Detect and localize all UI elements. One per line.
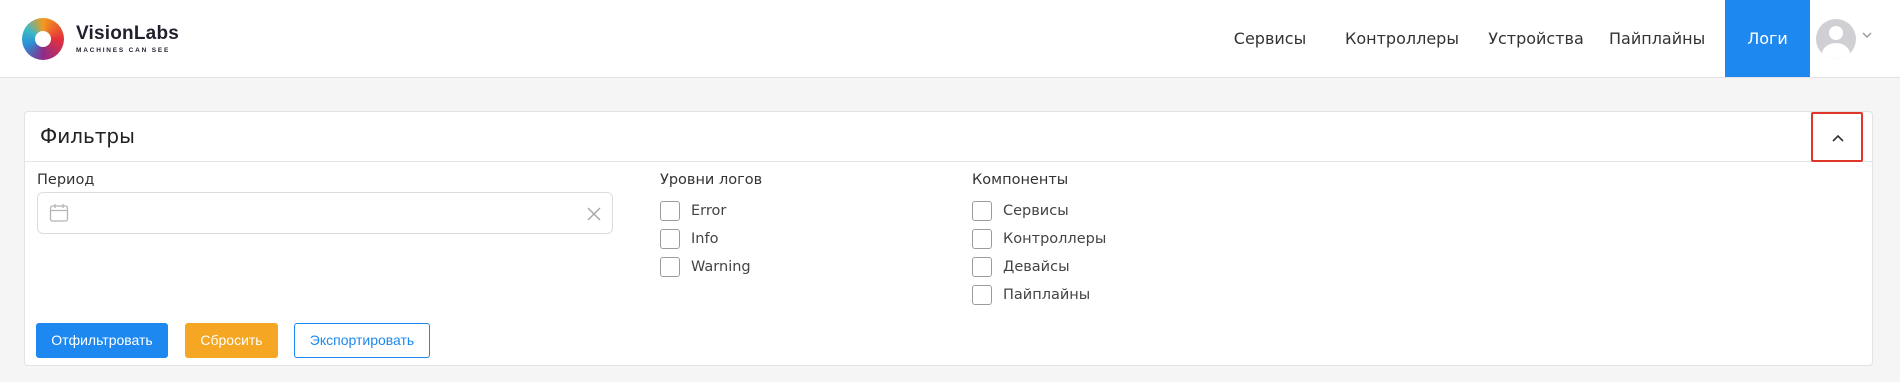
nav-item-controllers[interactable]: Контроллеры [1345,0,1459,77]
chevron-up-icon [1832,134,1844,142]
calendar-icon[interactable] [48,202,70,224]
components-label: Компоненты [972,172,1069,188]
nav-item-logs[interactable]: Логи [1725,0,1810,77]
close-icon[interactable] [586,206,602,222]
checkbox-label: Пайплайны [1003,287,1091,303]
checkbox-label: Девайсы [1003,259,1070,275]
checkbox-log-level-warning[interactable]: Warning [660,256,751,278]
checkbox-log-level-info[interactable]: Info [660,228,718,250]
period-date-range-input[interactable] [37,192,613,234]
checkbox-label: Warning [691,259,751,275]
checkbox-component-controllers[interactable]: Контроллеры [972,228,1106,250]
nav-item-services[interactable]: Сервисы [1226,0,1314,77]
filter-button[interactable]: Отфильтровать [36,323,168,358]
checkbox-label: Контроллеры [1003,231,1107,247]
checkbox-label: Сервисы [1003,203,1069,219]
log-levels-label: Уровни логов [660,172,763,188]
checkbox[interactable] [972,229,992,249]
checkbox-label: Error [691,203,727,219]
filters-panel-header: Фильтры [25,112,1872,162]
nav-item-pipelines[interactable]: Пайплайны [1609,0,1705,77]
reset-button[interactable]: Сбросить [185,323,278,358]
top-navigation-bar: VisionLabs MACHINES CAN SEE Сервисы Конт… [0,0,1900,78]
checkbox[interactable] [660,229,680,249]
checkbox-component-pipelines[interactable]: Пайплайны [972,284,1090,306]
user-avatar-icon[interactable] [1816,19,1856,59]
chevron-down-icon[interactable] [1861,29,1873,41]
visionlabs-logo[interactable]: VisionLabs MACHINES CAN SEE [22,18,179,60]
checkbox-component-services[interactable]: Сервисы [972,200,1069,222]
panel-title: Фильтры [40,124,135,148]
checkbox[interactable] [660,201,680,221]
logo-mark-icon [22,18,64,60]
checkbox[interactable] [660,257,680,277]
nav-item-devices[interactable]: Устройства [1487,0,1585,77]
logo-name: VisionLabs [76,23,180,44]
checkbox-component-devices[interactable]: Девайсы [972,256,1070,278]
filters-panel: Фильтры Период Уровни логов Error Info W… [24,111,1873,366]
collapse-filters-button[interactable] [1811,112,1863,162]
checkbox-log-level-error[interactable]: Error [660,200,726,222]
checkbox[interactable] [972,257,992,277]
checkbox[interactable] [972,285,992,305]
checkbox-label: Info [691,231,719,247]
period-label: Период [37,172,95,188]
checkbox[interactable] [972,201,992,221]
logo-tagline: MACHINES CAN SEE [76,47,171,54]
export-button[interactable]: Экспортировать [294,323,430,358]
